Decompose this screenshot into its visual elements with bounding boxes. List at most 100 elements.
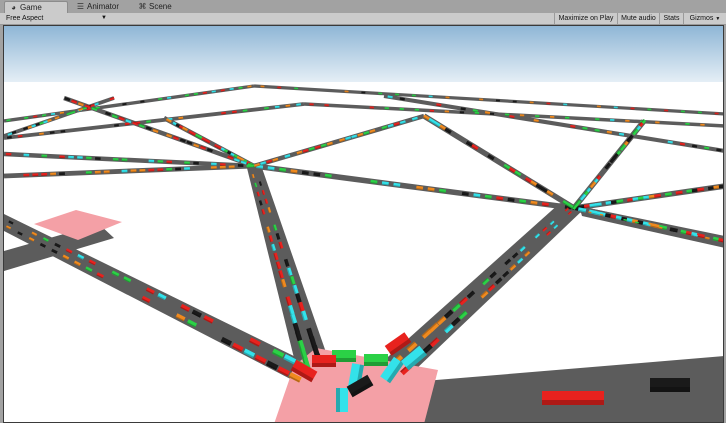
- distant-car: [95, 157, 101, 160]
- distant-car: [130, 169, 137, 173]
- traffic-scene: [4, 26, 723, 422]
- distant-car: [23, 173, 30, 177]
- sky: [4, 26, 723, 88]
- car-shade: [650, 387, 690, 392]
- maximize-on-play-button[interactable]: Maximize on Play: [554, 13, 617, 24]
- gizmos-dropdown[interactable]: Gizmos ▼: [683, 13, 726, 24]
- car-shade: [312, 363, 336, 367]
- distant-car: [411, 94, 416, 97]
- tab-animator-label: Animator: [87, 2, 120, 11]
- distant-car: [625, 119, 630, 123]
- animator-icon: ☰: [76, 2, 85, 11]
- distant-car: [5, 152, 12, 156]
- distant-car: [211, 162, 217, 166]
- distant-car: [309, 103, 314, 106]
- distant-car: [519, 114, 525, 117]
- distant-car: [610, 118, 615, 122]
- distant-car: [459, 111, 465, 114]
- distant-car: [344, 90, 349, 93]
- distant-car: [444, 110, 450, 113]
- distant-car: [489, 112, 495, 115]
- distant-car: [59, 155, 65, 159]
- distant-car: [41, 172, 48, 176]
- distant-car: [428, 95, 433, 98]
- distant-car: [260, 85, 265, 88]
- tab-scene-label: Scene: [149, 2, 172, 11]
- distant-car: [121, 158, 128, 162]
- near-car: [650, 378, 690, 392]
- distant-car: [495, 99, 500, 102]
- distant-car: [399, 107, 404, 111]
- car-shade: [542, 400, 604, 405]
- intersection-car: [336, 388, 348, 412]
- distant-car: [596, 105, 601, 108]
- tab-bar: ◕ Game ☰ Animator ⌘ Scene: [0, 0, 726, 14]
- distant-car: [41, 154, 48, 158]
- game-viewport[interactable]: [3, 25, 724, 423]
- aspect-dropdown[interactable]: Free Aspect ▼: [3, 13, 109, 24]
- distant-car: [697, 111, 702, 114]
- distant-car: [148, 159, 155, 163]
- distant-car: [139, 168, 146, 172]
- near-car: [542, 391, 604, 405]
- distant-car: [157, 160, 164, 163]
- gizmos-label: Gizmos: [689, 15, 714, 22]
- distant-car: [32, 173, 39, 177]
- mute-audio-button[interactable]: Mute audio: [617, 13, 659, 24]
- distant-car: [361, 91, 366, 94]
- distant-car: [157, 168, 164, 172]
- distant-car: [237, 163, 244, 167]
- distant-car: [23, 153, 30, 157]
- unity-editor-window: ◕ Game ☰ Animator ⌘ Scene Free Aspect ▼ Max…: [0, 0, 726, 423]
- tab-scene[interactable]: ⌘ Scene: [134, 1, 190, 13]
- distant-car: [504, 113, 510, 116]
- scene-grid-icon: ⌘: [138, 2, 147, 11]
- distant-car: [474, 111, 480, 115]
- distant-car: [166, 167, 173, 171]
- distant-car: [529, 101, 534, 104]
- distant-car: [414, 108, 420, 112]
- distant-car: [277, 86, 282, 89]
- distant-car: [685, 122, 690, 126]
- distant-car: [294, 87, 299, 90]
- distant-car: [613, 106, 618, 109]
- chevron-down-icon: ▼: [715, 16, 721, 22]
- distant-car: [86, 156, 92, 160]
- distant-car: [655, 121, 660, 124]
- tab-game[interactable]: ◕ Game: [4, 1, 68, 13]
- distant-car: [184, 161, 190, 165]
- intersection-car: [364, 354, 388, 366]
- distant-car: [166, 160, 173, 164]
- distant-car: [714, 112, 719, 115]
- distant-car: [103, 170, 110, 174]
- distant-car: [395, 93, 400, 96]
- distant-car: [94, 170, 101, 174]
- game-toolbar: Free Aspect ▼ Maximize on Play Mute audi…: [0, 13, 726, 25]
- distant-car: [445, 96, 450, 99]
- tab-animator[interactable]: ☰ Animator: [72, 1, 134, 13]
- distant-car: [148, 168, 155, 172]
- stats-button[interactable]: Stats: [659, 13, 683, 24]
- tab-game-label: Game: [20, 3, 42, 12]
- distant-car: [378, 92, 383, 95]
- distant-car: [219, 165, 226, 169]
- distant-car: [384, 107, 389, 110]
- distant-car: [220, 163, 226, 166]
- distant-car: [595, 118, 600, 121]
- distant-car: [324, 104, 329, 107]
- distant-car: [563, 103, 568, 106]
- distant-car: [369, 106, 374, 109]
- car-shade: [336, 388, 340, 412]
- distant-car: [210, 166, 217, 170]
- distant-car: [77, 156, 83, 160]
- distant-car: [429, 109, 435, 112]
- aspect-dropdown-label: Free Aspect: [6, 15, 44, 22]
- distant-car: [700, 123, 705, 126]
- distant-car: [647, 108, 652, 111]
- distant-car: [228, 165, 235, 169]
- distant-car: [193, 161, 199, 165]
- intersection-car: [312, 355, 336, 367]
- car-shade: [364, 362, 388, 366]
- distant-car: [175, 167, 182, 171]
- distant-car: [479, 98, 484, 101]
